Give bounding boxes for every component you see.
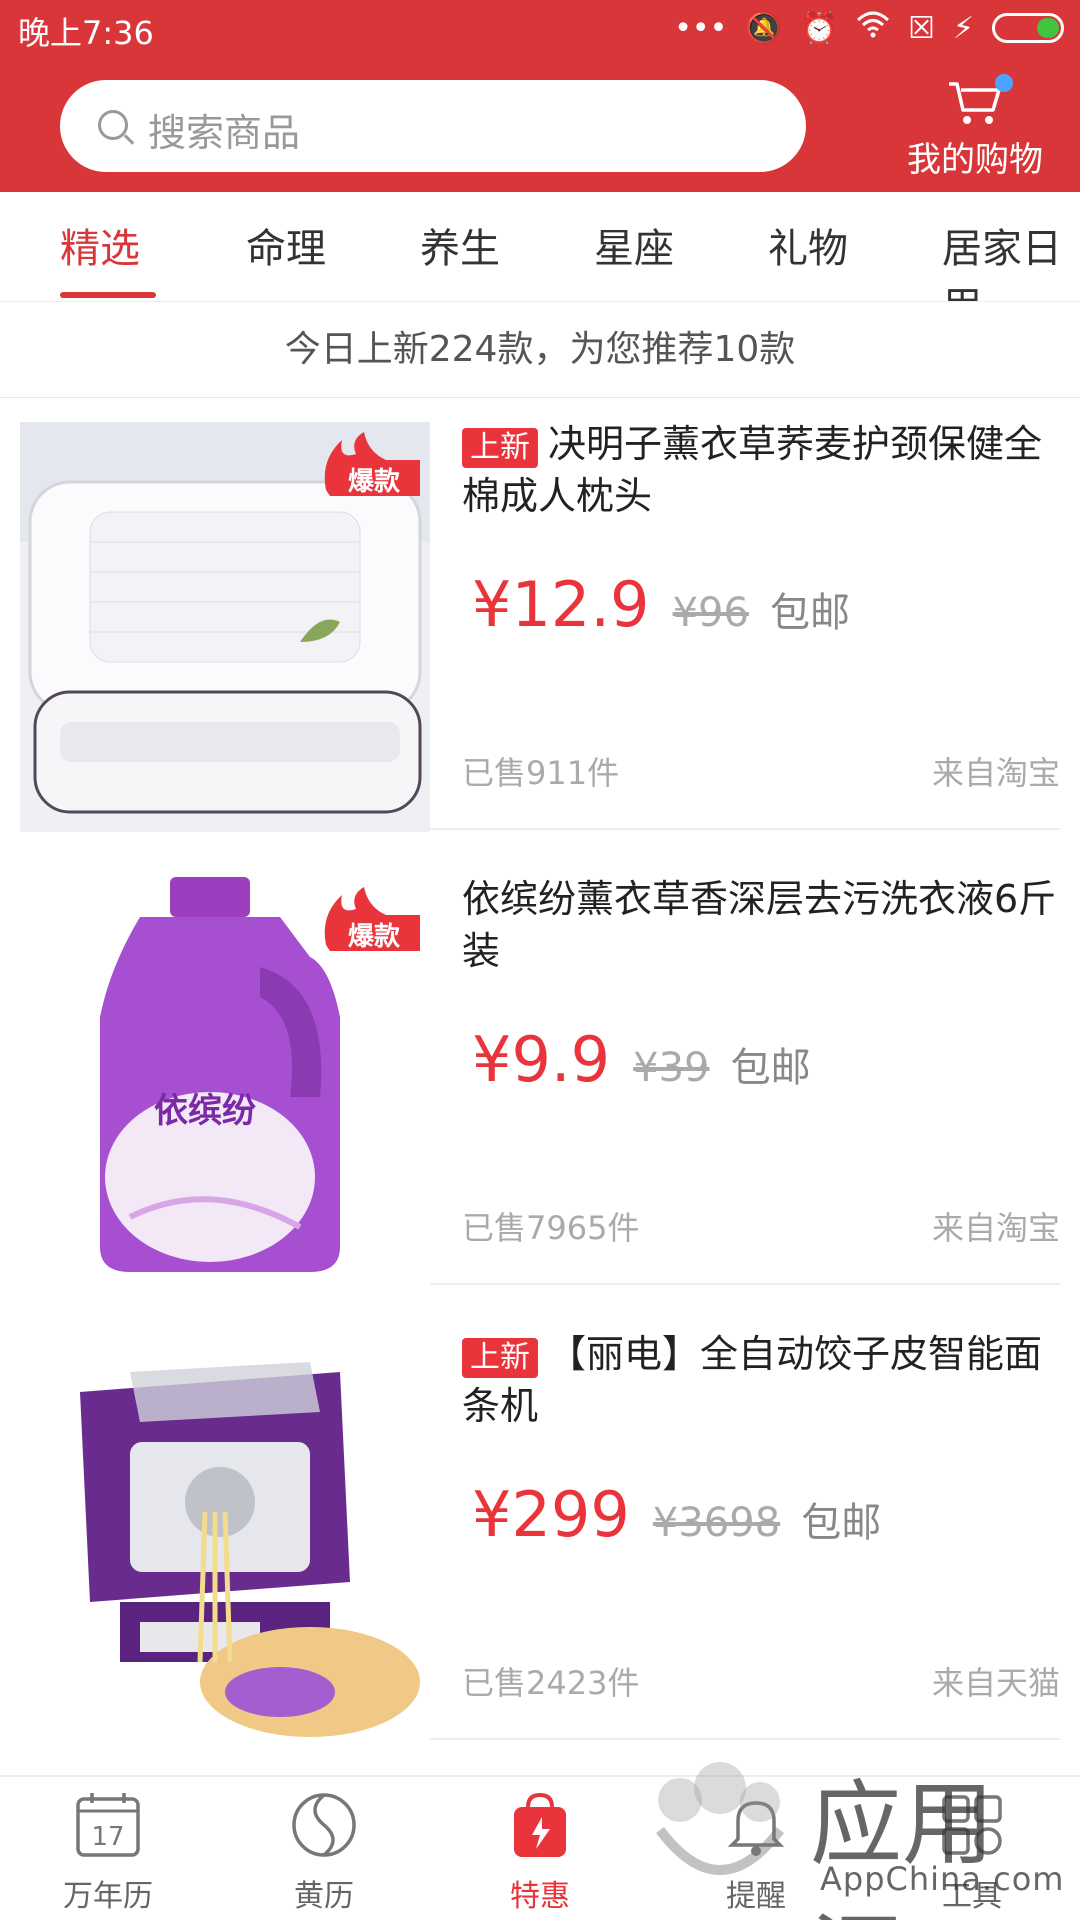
cart-label: 我的购物 — [907, 140, 1043, 180]
sold-count: 已售2423件 — [462, 1664, 640, 1702]
sold-count: 已售911件 — [462, 754, 620, 792]
category-tabs: 精选 命理 养生 星座 礼物 居家日用 — [0, 192, 1080, 302]
product-title[interactable]: 依缤纷薰衣草香深层去污洗衣液6斤装 — [462, 873, 1062, 977]
shipping-label: 包邮 — [730, 1045, 811, 1091]
active-tab-indicator — [60, 292, 156, 298]
product-card[interactable]: 爆款 上新 决明子薰衣草荞麦护颈保健全棉成人枕头 ¥12.9 ¥96 包邮 已售9… — [20, 400, 1062, 832]
svg-text:爆款: 爆款 — [348, 467, 401, 497]
search-input[interactable]: 搜索商品 — [60, 80, 806, 172]
price-row: ¥12.9 ¥96 包邮 — [472, 568, 850, 641]
tab-health[interactable]: 养生 — [420, 216, 500, 274]
source-label: 来自天猫 — [931, 1664, 1060, 1702]
hot-item-badge: 爆款 — [324, 432, 420, 497]
product-image-pillow[interactable]: 爆款 — [20, 422, 430, 832]
calendar-icon: 17 — [76, 1793, 140, 1857]
new-badge: 上新 — [462, 428, 538, 468]
status-bar: 晚上7:36 ••• 🔕 ⏰ ☒ ⚡ — [0, 0, 1080, 62]
hot-item-badge: 爆款 — [324, 887, 420, 952]
source-label: 来自淘宝 — [931, 1209, 1060, 1247]
product-title[interactable]: 上新 决明子薰衣草荞麦护颈保健全棉成人枕头 — [462, 418, 1062, 522]
more-dots-icon: ••• — [674, 10, 728, 46]
battery-icon — [992, 13, 1064, 43]
app-header: 晚上7:36 ••• 🔕 ⏰ ☒ ⚡ 搜索商品 我的购物 — [0, 0, 1080, 192]
product-card[interactable]: 依缤纷 爆款 依缤纷薰衣草香深层去污洗衣液6斤装 ¥9.9 ¥39 包邮 已售7… — [20, 855, 1062, 1287]
my-cart-button[interactable]: 我的购物 — [880, 70, 1070, 180]
nav-deals[interactable]: 特惠 — [470, 1789, 610, 1915]
product-image-noodle-machine[interactable] — [20, 1332, 430, 1742]
daily-new-banner: 今日上新224款，为您推荐10款 — [0, 302, 1080, 398]
product-info: 上新 决明子薰衣草荞麦护颈保健全棉成人枕头 ¥12.9 ¥96 包邮 已售911件… — [462, 418, 1062, 818]
nav-label: 黄历 — [294, 1879, 354, 1914]
current-price: ¥299 — [472, 1478, 630, 1551]
appchina-watermark: 应用汇 AppChina.com — [640, 1750, 1080, 1920]
source-label: 来自淘宝 — [931, 754, 1060, 792]
tab-featured[interactable]: 精选 — [60, 216, 140, 274]
almanac-icon — [292, 1793, 356, 1857]
nav-label: 万年历 — [63, 1879, 153, 1914]
product-info: 上新 【丽电】全自动饺子皮智能面条机 ¥299 ¥3698 包邮 已售2423件 … — [462, 1328, 1062, 1728]
search-placeholder: 搜索商品 — [148, 111, 301, 155]
status-time: 晚上7:36 — [18, 14, 154, 52]
nav-label: 特惠 — [510, 1879, 570, 1914]
watermark-logo-icon — [656, 1762, 784, 1875]
watermark-subtext: AppChina.com — [820, 1860, 1065, 1898]
tab-zodiac[interactable]: 星座 — [594, 216, 674, 274]
product-title[interactable]: 上新 【丽电】全自动饺子皮智能面条机 — [462, 1328, 1062, 1432]
original-price: ¥96 — [672, 590, 749, 636]
product-brand-text: 依缤纷 — [154, 1091, 256, 1131]
product-image-detergent[interactable]: 依缤纷 爆款 — [20, 877, 430, 1287]
search-icon — [98, 110, 128, 140]
shipping-label: 包邮 — [770, 590, 851, 636]
sold-count: 已售7965件 — [462, 1209, 640, 1247]
nav-almanac[interactable]: 黄历 — [254, 1789, 394, 1915]
status-icons: ••• 🔕 ⏰ ☒ ⚡ — [674, 10, 1064, 46]
tab-home-goods[interactable]: 居家日用 — [942, 216, 1080, 301]
wifi-icon — [856, 10, 890, 46]
current-price: ¥9.9 — [472, 1023, 611, 1096]
svg-text:爆款: 爆款 — [348, 922, 401, 952]
product-info: 依缤纷薰衣草香深层去污洗衣液6斤装 ¥9.9 ¥39 包邮 已售7965件 来自… — [462, 873, 1062, 1273]
original-price: ¥3698 — [652, 1500, 781, 1546]
nav-calendar[interactable]: 17 万年历 — [38, 1789, 178, 1915]
price-row: ¥9.9 ¥39 包邮 — [472, 1023, 811, 1096]
svg-text:17: 17 — [91, 1822, 124, 1852]
tab-fortune[interactable]: 命理 — [246, 216, 326, 274]
product-card[interactable]: 上新 【丽电】全自动饺子皮智能面条机 ¥299 ¥3698 包邮 已售2423件 … — [20, 1310, 1062, 1742]
charging-icon: ⚡ — [952, 10, 974, 46]
shipping-label: 包邮 — [801, 1500, 882, 1546]
shopping-bag-icon — [514, 1792, 566, 1857]
new-badge: 上新 — [462, 1338, 538, 1378]
mute-icon: 🔕 — [745, 10, 783, 46]
sim-icon: ☒ — [908, 10, 935, 46]
price-row: ¥299 ¥3698 包邮 — [472, 1478, 881, 1551]
tab-gifts[interactable]: 礼物 — [768, 216, 848, 274]
current-price: ¥12.9 — [472, 568, 650, 641]
alarm-icon: ⏰ — [800, 10, 839, 46]
original-price: ¥39 — [633, 1045, 710, 1091]
cart-notification-dot — [995, 74, 1013, 92]
